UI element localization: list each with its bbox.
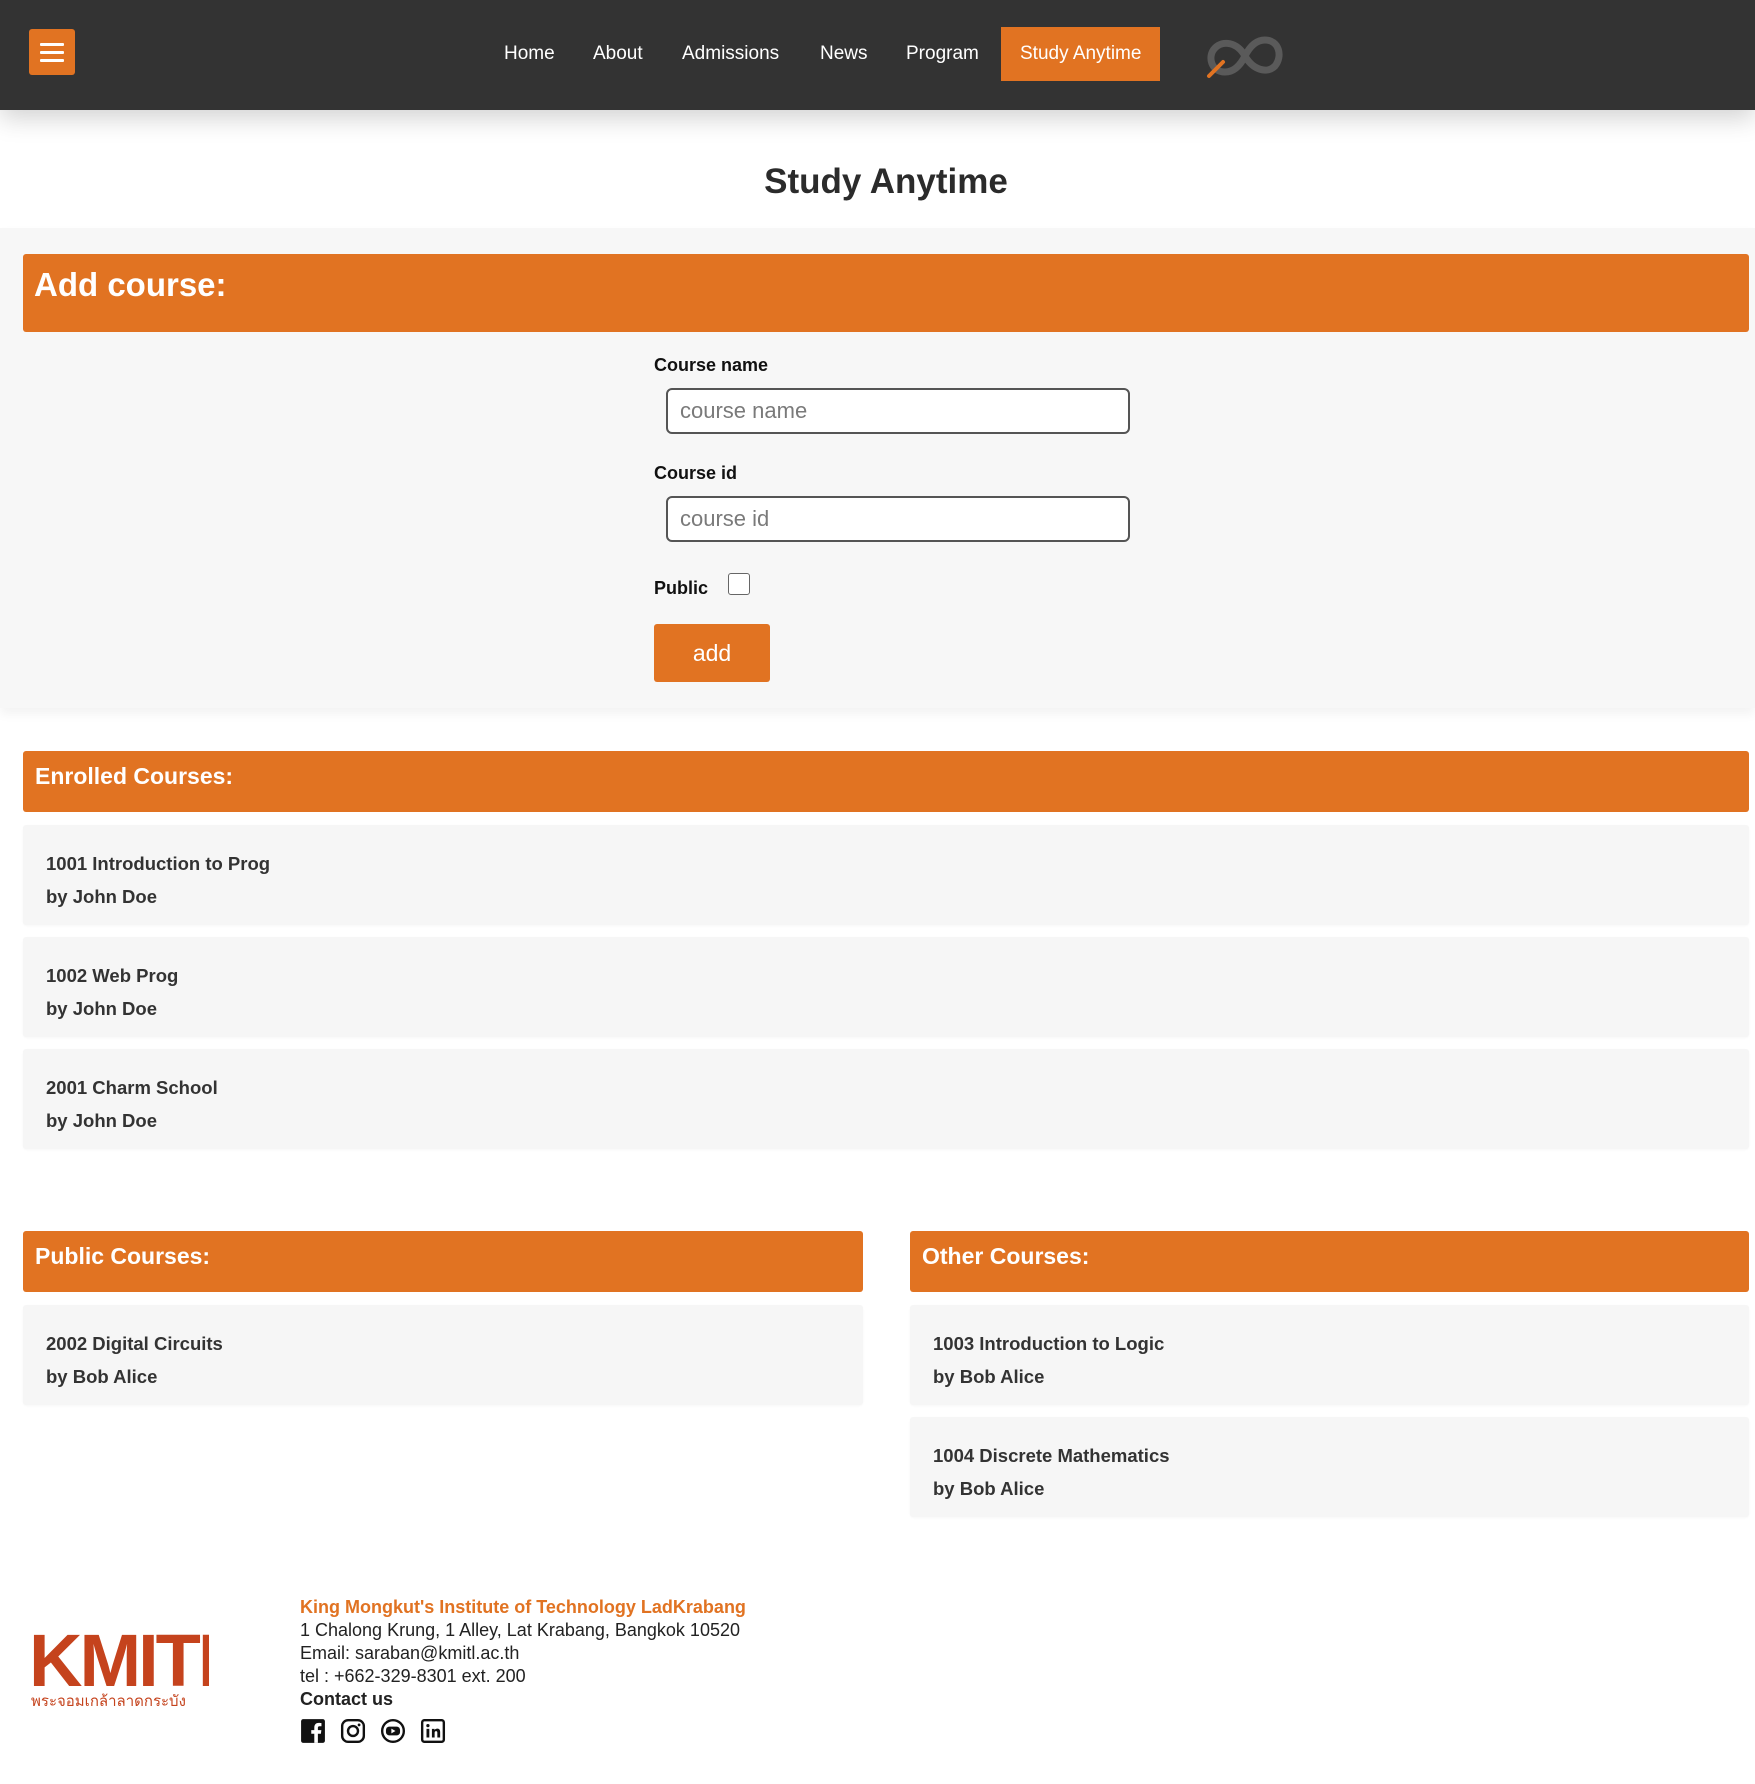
kmitl-logo: KMITL พระจอมเกล้าลาดกระบัง	[29, 1624, 209, 1710]
page-title: Study Anytime	[764, 162, 1008, 201]
course-title: 1002 Web Prog	[46, 965, 179, 986]
footer-address: 1 Chalong Krung, 1 Alley, Lat Krabang, B…	[300, 1620, 740, 1640]
footer-email: Email: saraban@kmitl.ac.th	[300, 1643, 520, 1663]
kmitl-logo-text: KMITL	[29, 1624, 209, 1702]
enrolled-course-card[interactable]: 2001 Charm School by John Doe	[23, 1049, 1749, 1149]
add-course-header: Add course:	[23, 254, 1749, 332]
nav-admissions-link[interactable]: Admissions	[682, 27, 779, 81]
kmitl-logo-subtext: พระจอมเกล้าลาดกระบัง	[31, 1692, 186, 1710]
enrolled-course-card[interactable]: 1002 Web Prog by John Doe	[23, 937, 1749, 1037]
linkedin-icon[interactable]	[420, 1718, 446, 1744]
course-id-label: Course id	[654, 463, 738, 483]
enrolled-course-card[interactable]: 1001 Introduction to Prog by John Doe	[23, 825, 1749, 925]
add-course-button[interactable]: add	[654, 624, 770, 682]
nav-program-link[interactable]: Program	[906, 27, 979, 81]
course-author: by Bob Alice	[933, 1366, 1045, 1387]
nav-news-link[interactable]: News	[820, 27, 868, 81]
course-author: by Bob Alice	[933, 1478, 1045, 1499]
other-course-card[interactable]: 1004 Discrete Mathematics by Bob Alice	[910, 1417, 1749, 1517]
course-name-input[interactable]	[666, 388, 1130, 434]
facebook-icon[interactable]	[300, 1718, 326, 1744]
course-author: by Bob Alice	[46, 1366, 158, 1387]
infinity-logo-icon[interactable]	[1203, 28, 1287, 84]
footer-tel: tel : +662-329-8301 ext. 200	[300, 1666, 526, 1686]
other-course-card[interactable]: 1003 Introduction to Logic by Bob Alice	[910, 1305, 1749, 1405]
nav-home-link[interactable]: Home	[504, 27, 555, 81]
enrolled-courses-header: Enrolled Courses:	[23, 751, 1749, 812]
social-links	[300, 1718, 446, 1744]
course-title: 1001 Introduction to Prog	[46, 853, 271, 874]
contact-us-heading: Contact us	[300, 1689, 394, 1709]
public-courses-header: Public Courses:	[23, 1231, 863, 1292]
nav-about-link[interactable]: About	[593, 27, 643, 81]
course-title: 2002 Digital Circuits	[46, 1333, 223, 1354]
nav-study-anytime-link[interactable]: Study Anytime	[1001, 27, 1161, 81]
public-course-card[interactable]: 2002 Digital Circuits by Bob Alice	[23, 1305, 863, 1405]
youtube-icon[interactable]	[380, 1718, 406, 1744]
course-author: by John Doe	[46, 886, 158, 907]
institute-name: King Mongkut's Institute of Technology L…	[300, 1597, 746, 1617]
course-title: 1004 Discrete Mathematics	[933, 1445, 1170, 1466]
other-courses-header: Other Courses:	[910, 1231, 1749, 1292]
course-author: by John Doe	[46, 1110, 158, 1131]
course-title: 2001 Charm School	[46, 1077, 218, 1098]
top-navbar: Home About Admissions News Program Study…	[0, 0, 1755, 110]
nav-links: Home About Admissions News Program Study…	[0, 27, 1755, 81]
course-id-input[interactable]	[666, 496, 1130, 542]
footer-info: King Mongkut's Institute of Technology L…	[300, 1596, 746, 1711]
instagram-icon[interactable]	[340, 1718, 366, 1744]
public-label: Public	[654, 578, 709, 598]
public-checkbox[interactable]	[728, 573, 750, 595]
course-name-label: Course name	[654, 355, 769, 375]
course-author: by John Doe	[46, 998, 158, 1019]
course-title: 1003 Introduction to Logic	[933, 1333, 1165, 1354]
